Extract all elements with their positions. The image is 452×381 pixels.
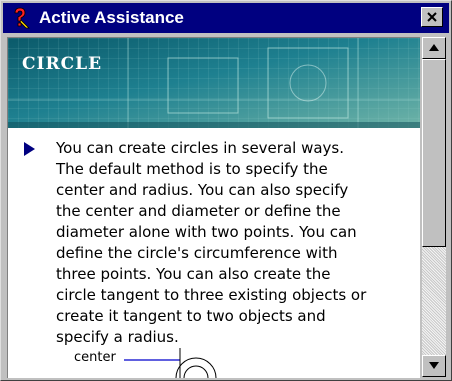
title-bar[interactable]: Active Assistance — [3, 3, 449, 33]
scroll-thumb[interactable] — [422, 59, 446, 247]
close-icon — [427, 12, 437, 22]
description-line: The default method is to specify the — [56, 160, 328, 178]
vertical-scrollbar[interactable] — [422, 37, 446, 377]
description-text: You can create circles in several ways. … — [56, 138, 416, 348]
scroll-up-button[interactable] — [422, 37, 446, 59]
down-arrow-icon — [429, 362, 439, 369]
description-line: circle tangent to three existing objects… — [56, 286, 367, 304]
description-line: specify a radius. — [56, 328, 179, 346]
active-assistance-window: Active Assistance CIRCLE You can create … — [0, 0, 452, 381]
scroll-down-button[interactable] — [422, 355, 446, 377]
up-arrow-icon — [429, 44, 439, 51]
topic-title: CIRCLE — [22, 54, 103, 74]
window-title: Active Assistance — [39, 8, 184, 27]
close-button[interactable] — [421, 7, 443, 27]
triangle-bullet-icon — [24, 142, 35, 156]
description-line: center and radius. You can also specify — [56, 181, 349, 199]
description-line: the center and diameter or define the — [56, 202, 341, 220]
description-line: create it tangent to two objects and — [56, 307, 326, 325]
question-mark-icon — [14, 7, 30, 29]
circle-center-illustration — [124, 348, 217, 378]
description-line: diameter alone with two points. You can — [56, 223, 357, 241]
circle-diagram: center — [68, 348, 268, 378]
description-line: You can create circles in several ways. — [56, 139, 345, 157]
description-line: define the circle's circumference with — [56, 244, 338, 262]
description-line: three points. You can also create the — [56, 265, 331, 283]
banner-image — [8, 38, 420, 128]
assistance-content: CIRCLE You can create circles in several… — [7, 37, 420, 378]
